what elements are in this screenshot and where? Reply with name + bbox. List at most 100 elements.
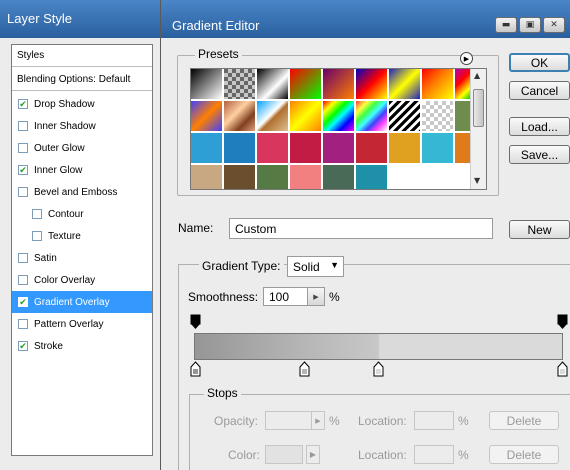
- style-item-drop-shadow[interactable]: ✔ Drop Shadow: [12, 93, 152, 115]
- presets-swatch-grid: ▲ ▼: [190, 68, 487, 190]
- preset-swatch[interactable]: [422, 101, 454, 132]
- checkbox-icon[interactable]: [18, 253, 28, 263]
- checkbox-icon[interactable]: [18, 319, 28, 329]
- color-stop-3[interactable]: [373, 361, 384, 378]
- style-item-texture[interactable]: Texture: [12, 225, 152, 247]
- save-button[interactable]: Save...: [509, 145, 570, 164]
- layer-style-title: Layer Style: [0, 0, 161, 38]
- scroll-down-arrow-icon[interactable]: ▼: [474, 176, 480, 185]
- restore-icon[interactable]: ▣: [519, 17, 541, 33]
- style-item-color-overlay[interactable]: Color Overlay: [12, 269, 152, 291]
- color-stop-1[interactable]: [190, 361, 201, 378]
- style-item-outer-glow[interactable]: Outer Glow: [12, 137, 152, 159]
- color-delete-button[interactable]: Delete: [489, 445, 559, 464]
- opacity-stop-left[interactable]: [190, 314, 201, 331]
- style-item-label: Bevel and Emboss: [34, 186, 118, 198]
- style-item-label: Inner Glow: [34, 164, 83, 176]
- style-item-gradient-overlay[interactable]: ✔ Gradient Overlay: [12, 291, 152, 313]
- checkbox-icon[interactable]: [18, 187, 28, 197]
- smoothness-input[interactable]: 100 ▶: [263, 287, 325, 306]
- preset-swatch[interactable]: [356, 165, 388, 189]
- style-item-contour[interactable]: Contour: [12, 203, 152, 225]
- scroll-up-arrow-icon[interactable]: ▲: [474, 71, 480, 80]
- minimize-icon[interactable]: ▬: [495, 17, 517, 33]
- preset-swatch[interactable]: [422, 133, 454, 164]
- opacity-delete-button[interactable]: Delete: [489, 411, 559, 430]
- style-item-inner-glow[interactable]: ✔ Inner Glow: [12, 159, 152, 181]
- checkbox-checked-icon[interactable]: ✔: [18, 99, 28, 109]
- color-stop-4[interactable]: [557, 361, 568, 378]
- name-input[interactable]: Custom: [229, 218, 493, 239]
- color-stop-2[interactable]: [299, 361, 310, 378]
- preset-swatch[interactable]: [191, 165, 223, 189]
- preset-swatch[interactable]: [191, 101, 223, 132]
- style-item-label: Pattern Overlay: [34, 318, 104, 330]
- styles-header[interactable]: Styles: [12, 45, 152, 67]
- checkbox-icon[interactable]: [18, 121, 28, 131]
- preset-swatch[interactable]: [191, 133, 223, 164]
- smoothness-value: 100: [269, 290, 290, 304]
- preset-swatch[interactable]: [224, 101, 256, 132]
- preset-swatch[interactable]: [257, 101, 289, 132]
- opacity-stop-right[interactable]: [557, 314, 568, 331]
- preset-swatch[interactable]: [257, 133, 289, 164]
- checkbox-icon[interactable]: [18, 275, 28, 285]
- checkbox-checked-icon[interactable]: ✔: [18, 341, 28, 351]
- checkbox-checked-icon[interactable]: ✔: [18, 165, 28, 175]
- style-item-satin[interactable]: Satin: [12, 247, 152, 269]
- preset-swatch[interactable]: [290, 69, 322, 100]
- preset-swatch[interactable]: [290, 133, 322, 164]
- preset-swatch[interactable]: [389, 101, 421, 132]
- opacity-arrow-icon[interactable]: ▶: [311, 411, 325, 430]
- opacity-input[interactable]: ▶: [265, 411, 325, 430]
- style-item-label: Stroke: [34, 340, 63, 352]
- color-arrow-icon[interactable]: ▶: [306, 445, 320, 464]
- scroll-thumb[interactable]: [473, 89, 484, 127]
- color-location-input[interactable]: [414, 445, 454, 464]
- preset-swatch[interactable]: [290, 101, 322, 132]
- style-item-stroke[interactable]: ✔ Stroke: [12, 335, 152, 357]
- load-button[interactable]: Load...: [509, 117, 570, 136]
- color-location-label: Location:: [358, 448, 407, 462]
- style-item-label: Satin: [34, 252, 57, 264]
- preset-swatch[interactable]: [389, 69, 421, 100]
- style-item-pattern-overlay[interactable]: Pattern Overlay: [12, 313, 152, 335]
- preset-swatch[interactable]: [356, 133, 388, 164]
- style-item-inner-shadow[interactable]: Inner Shadow: [12, 115, 152, 137]
- gradient-type-select[interactable]: Solid ▼: [287, 256, 344, 277]
- preset-swatch[interactable]: [323, 69, 355, 100]
- opacity-location-input[interactable]: [414, 411, 454, 430]
- name-label: Name:: [178, 221, 214, 235]
- preset-swatch[interactable]: [290, 165, 322, 189]
- checkbox-icon[interactable]: [32, 209, 42, 219]
- style-item-bevel-and-emboss[interactable]: Bevel and Emboss: [12, 181, 152, 203]
- preset-swatch[interactable]: [323, 133, 355, 164]
- circle-arrow-icon[interactable]: ▶: [460, 52, 473, 65]
- cancel-button[interactable]: Cancel: [509, 81, 570, 100]
- smoothness-arrow-icon[interactable]: ▶: [307, 288, 324, 305]
- preset-swatch[interactable]: [389, 133, 421, 164]
- preset-swatch[interactable]: [356, 69, 388, 100]
- preset-swatch[interactable]: [356, 101, 388, 132]
- gradient-preview-bar[interactable]: [194, 333, 563, 360]
- ok-button[interactable]: OK: [509, 53, 570, 72]
- preset-swatch[interactable]: [323, 165, 355, 189]
- preset-swatch[interactable]: [422, 69, 454, 100]
- color-swatch[interactable]: [265, 445, 303, 464]
- preset-swatch[interactable]: [323, 101, 355, 132]
- checkbox-checked-icon[interactable]: ✔: [18, 297, 28, 307]
- opacity-location-label: Location:: [358, 414, 407, 428]
- preset-swatch[interactable]: [224, 69, 256, 100]
- preset-swatch[interactable]: [257, 165, 289, 189]
- preset-swatch[interactable]: [257, 69, 289, 100]
- checkbox-icon[interactable]: [18, 143, 28, 153]
- new-button[interactable]: New: [509, 220, 570, 239]
- preset-swatch[interactable]: [224, 133, 256, 164]
- style-item-label: Contour: [48, 208, 84, 220]
- preset-swatch[interactable]: [191, 69, 223, 100]
- checkbox-icon[interactable]: [32, 231, 42, 241]
- close-icon[interactable]: ✕: [543, 17, 565, 33]
- preset-swatch[interactable]: [224, 165, 256, 189]
- blending-options-item[interactable]: Blending Options: Default: [12, 69, 152, 91]
- presets-scrollbar[interactable]: ▲ ▼: [470, 69, 486, 189]
